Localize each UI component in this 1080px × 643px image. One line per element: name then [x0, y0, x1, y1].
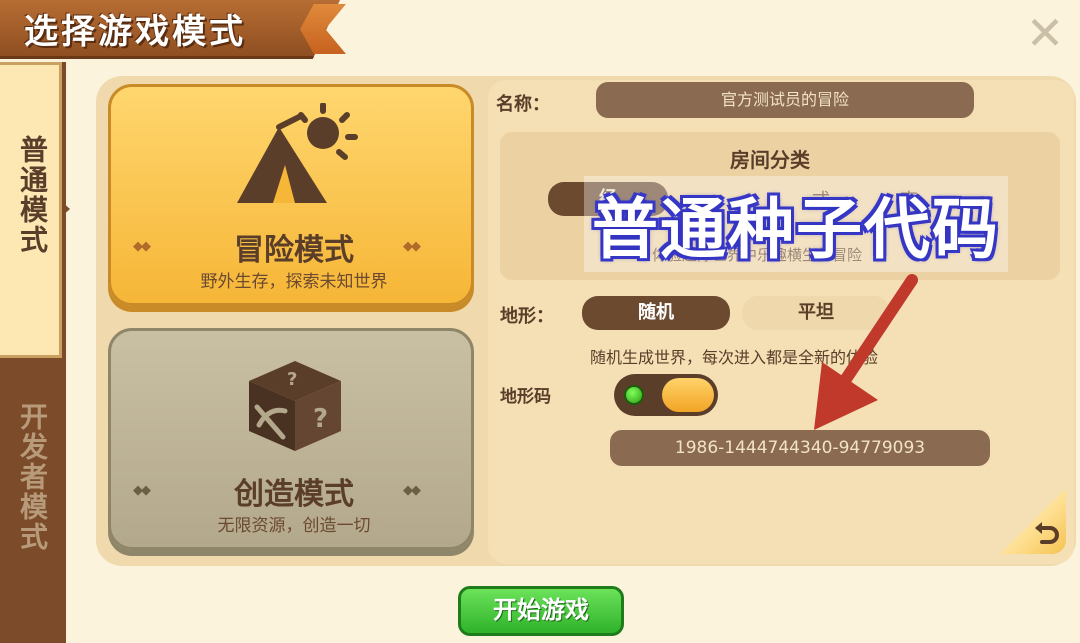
- tab-developer-mode[interactable]: 开发者模式: [0, 360, 62, 643]
- svg-text:?: ?: [313, 404, 328, 434]
- close-button[interactable]: ✕: [1020, 10, 1070, 56]
- tab-normal-mode[interactable]: 普通模式: [0, 62, 62, 358]
- toggle-knob: [662, 378, 714, 412]
- terrain-code-label: 地形码: [500, 387, 551, 407]
- start-game-button[interactable]: 开始游戏: [458, 586, 624, 636]
- creative-mode-subtitle: 无限资源，创造一切: [217, 516, 371, 536]
- tab-developer-mode-label: 开发者模式: [16, 402, 49, 552]
- creative-mode-card[interactable]: ? ? ◆◆ ◆◆ 创造模式 无限资源，创造一切: [108, 328, 474, 550]
- name-label: 名称：: [496, 94, 550, 115]
- close-icon: ✕: [1025, 6, 1065, 60]
- tab-normal-mode-label: 普通模式: [16, 135, 49, 255]
- tab-pointer: [62, 202, 70, 216]
- adventure-mode-title: 冒险模式: [234, 233, 354, 268]
- terrain-label: 地形：: [500, 306, 554, 327]
- annotation-overlay-text: 普通种子代码: [584, 176, 1008, 272]
- page-title: 选择游戏模式: [24, 12, 246, 52]
- adventure-mode-card[interactable]: ◆◆ ◆◆ 冒险模式 野外生存，探索未知世界: [108, 84, 474, 306]
- undo-arrow-icon: [1035, 522, 1059, 544]
- terrain-random-button[interactable]: 随机: [582, 296, 730, 330]
- mystery-box-icon: ? ?: [249, 361, 341, 451]
- svg-text:?: ?: [287, 369, 297, 390]
- annotation-arrow-icon: [814, 274, 918, 430]
- toggle-indicator-icon: [624, 385, 644, 405]
- creative-mode-title: 创造模式: [234, 477, 354, 512]
- adventure-mode-subtitle: 野外生存，探索未知世界: [200, 272, 388, 292]
- tent-sun-icon: [237, 103, 358, 203]
- undo-button[interactable]: [1000, 490, 1066, 554]
- name-input[interactable]: 官方测试员的冒险: [596, 82, 974, 118]
- room-category-title: 房间分类: [730, 148, 810, 172]
